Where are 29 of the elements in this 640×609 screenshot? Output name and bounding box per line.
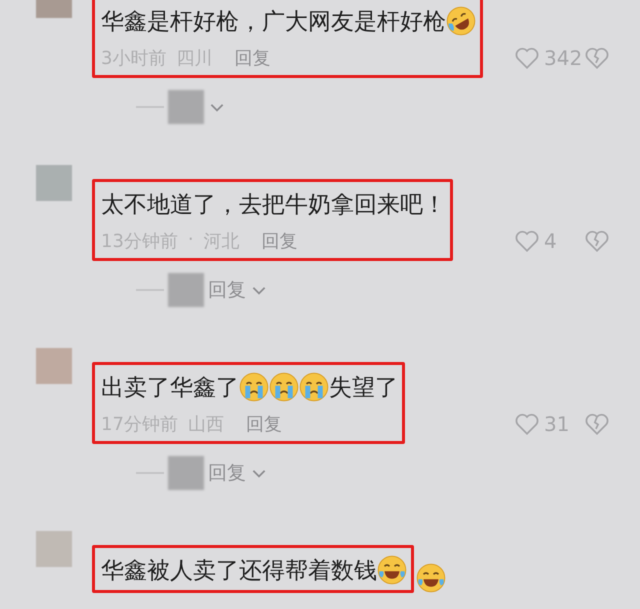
blur-patch (168, 90, 204, 124)
comment-text: 失望了 (329, 374, 398, 402)
comment-text: 出卖了华鑫了 (101, 374, 239, 402)
laughing-emoji-icon (377, 555, 407, 585)
comment-text: 华鑫是杆好枪，广大网友是杆好枪 (101, 8, 446, 36)
expand-replies-link[interactable]: 回复 (208, 277, 246, 303)
avatar[interactable] (36, 165, 72, 201)
avatar[interactable] (36, 531, 72, 567)
dislike-icon[interactable] (584, 45, 610, 71)
heart-icon[interactable] (514, 45, 540, 71)
separator-dot: · (188, 229, 194, 252)
reply-link[interactable]: 回复 (234, 46, 270, 70)
expand-replies-link[interactable]: 回复 (208, 460, 246, 486)
comment-text: 太不地道了，去把牛奶拿回来吧！ (101, 190, 446, 220)
heart-icon[interactable] (514, 411, 540, 437)
crying-emoji-icon (299, 372, 329, 402)
heart-icon[interactable] (514, 228, 540, 254)
avatar[interactable] (36, 348, 72, 384)
reply-link[interactable]: 回复 (246, 412, 282, 436)
reply-link[interactable]: 回复 (262, 229, 298, 253)
crying-emoji-icon (269, 372, 299, 402)
blur-patch (168, 273, 204, 307)
laughing-emoji-icon (446, 6, 476, 36)
laughing-emoji-icon (416, 563, 446, 593)
comment-text: 华鑫被人卖了还得帮着数钱 (101, 556, 377, 586)
blur-patch (168, 456, 204, 490)
dislike-icon[interactable] (584, 411, 610, 437)
dislike-icon[interactable] (584, 228, 610, 254)
crying-emoji-icon (239, 372, 269, 402)
